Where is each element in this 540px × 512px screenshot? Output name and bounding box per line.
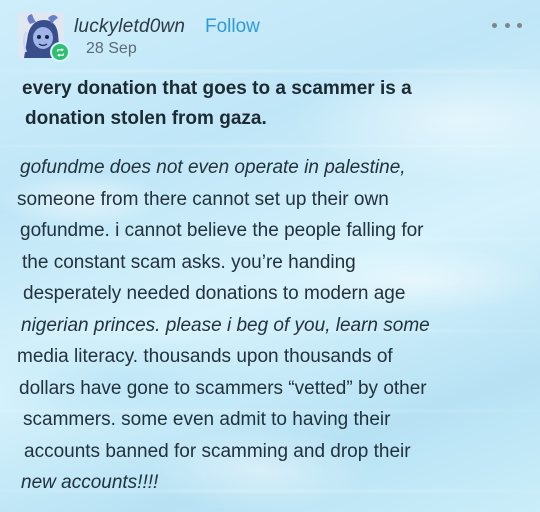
body-line: accounts banned for scamming and drop th… (24, 440, 411, 462)
avatar[interactable] (18, 12, 70, 62)
body-line: scammers. some even admit to having thei… (23, 409, 391, 430)
post-date: 28 Sep (86, 40, 137, 57)
title-line: donation stolen from gaza. (25, 108, 267, 129)
username-link[interactable]: luckyletd0wn (74, 16, 185, 38)
body-line: gofundme. i cannot believe the people fa… (20, 220, 424, 241)
follow-button[interactable]: Follow (205, 16, 260, 38)
post-title: every donation that goes to a scammer is… (22, 74, 502, 134)
body-line: dollars have gone to scammers “vetted” b… (19, 377, 427, 399)
title-line: every donation that goes to a scammer is… (22, 78, 412, 99)
body-line: media literacy. thousands upon thousands… (17, 346, 393, 367)
body-line: gofundme does not even operate in palest… (20, 157, 406, 178)
more-dots-icon[interactable] (492, 18, 522, 32)
body-line: someone from there cannot set up their o… (17, 188, 389, 210)
body-line: desperately needed donations to modern a… (23, 283, 406, 304)
reblog-badge-icon (50, 42, 70, 62)
post-body: gofundme does not even operate in palest… (17, 152, 522, 499)
body-line: nigerian princes. please i beg of you, l… (21, 314, 430, 336)
body-line: new accounts!!!! (21, 472, 159, 493)
post-header: luckyletd0wn Follow 28 Sep (18, 12, 522, 62)
body-line: the constant scam asks. you’re handing (22, 251, 356, 273)
